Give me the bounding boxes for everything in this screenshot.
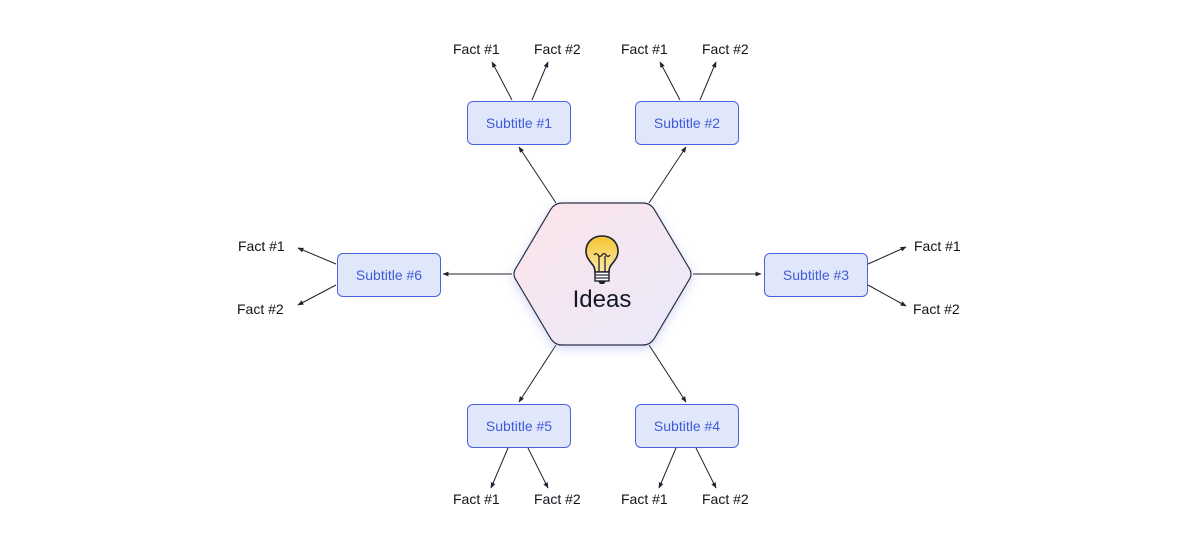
subtitle-label: Subtitle #3	[782, 267, 850, 283]
fact-s1-1[interactable]: Fact #1	[453, 41, 500, 57]
connector-s1-fact1	[491, 61, 513, 101]
mind-map-canvas	[297, 61, 907, 489]
subtitle-node-5[interactable]: Subtitle #5	[467, 404, 571, 448]
subtitle-node-2[interactable]: Subtitle #2	[635, 101, 739, 145]
connector-s2-fact2	[699, 61, 717, 101]
fact-s2-2[interactable]: Fact #2	[702, 41, 749, 57]
fact-s5-1[interactable]: Fact #1	[453, 491, 500, 507]
connector-s3-fact2	[867, 284, 907, 307]
subtitle-node-3[interactable]: Subtitle #3	[764, 253, 868, 297]
connector-s4-fact1	[658, 447, 677, 489]
connector-s5-fact1	[490, 447, 509, 489]
fact-s6-2[interactable]: Fact #2	[237, 301, 284, 317]
connector-s4-fact2	[695, 447, 717, 489]
subtitle-label: Subtitle #4	[653, 418, 721, 434]
fact-s4-2[interactable]: Fact #2	[702, 491, 749, 507]
subtitle-node-4[interactable]: Subtitle #4	[635, 404, 739, 448]
fact-s5-2[interactable]: Fact #2	[534, 491, 581, 507]
fact-s1-2[interactable]: Fact #2	[534, 41, 581, 57]
subtitle-node-6[interactable]: Subtitle #6	[337, 253, 441, 297]
center-title: Ideas	[572, 286, 632, 313]
connector-s3-fact1	[867, 246, 907, 265]
subtitle-label: Subtitle #2	[653, 115, 721, 131]
fact-s3-2[interactable]: Fact #2	[913, 301, 960, 317]
subtitle-node-1[interactable]: Subtitle #1	[467, 101, 571, 145]
fact-s2-1[interactable]: Fact #1	[621, 41, 668, 57]
connector-s1-fact2	[531, 61, 549, 101]
connector-s6-fact2	[297, 284, 337, 306]
connector-center-to-subtitle-1	[518, 146, 557, 204]
fact-s4-1[interactable]: Fact #1	[621, 491, 668, 507]
connector-center-to-subtitle-2	[648, 146, 687, 204]
subtitle-label: Subtitle #6	[355, 267, 423, 283]
fact-s3-1[interactable]: Fact #1	[914, 238, 961, 254]
connector-center-to-subtitle-5	[518, 344, 557, 403]
connector-center-to-subtitle-4	[648, 344, 687, 403]
subtitle-label: Subtitle #1	[485, 115, 553, 131]
subtitle-label: Subtitle #5	[485, 418, 553, 434]
connector-s5-fact2	[527, 447, 549, 489]
connector-s6-fact1	[297, 247, 337, 265]
connector-s2-fact1	[659, 61, 681, 101]
fact-s6-1[interactable]: Fact #1	[238, 238, 285, 254]
